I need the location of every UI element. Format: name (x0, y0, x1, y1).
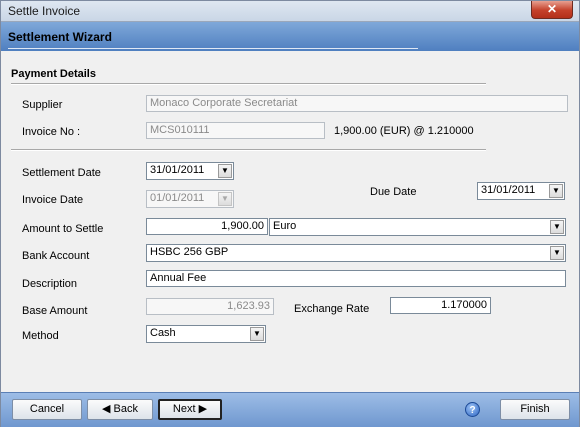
invoice-no-field: MCS010111 (146, 122, 325, 139)
section-title: Payment Details (11, 68, 96, 80)
base-amount-field: 1,623.93 (146, 298, 274, 315)
settlement-date-label: Settlement Date (22, 167, 101, 179)
due-date-label: Due Date (370, 186, 417, 198)
method-label: Method (22, 330, 59, 342)
settlement-date-value: 31/01/2011 (150, 164, 205, 176)
finish-button[interactable]: Finish (500, 399, 570, 420)
payment-details-panel: Payment Details Supplier Monaco Corporat… (1, 51, 579, 391)
back-button[interactable]: ◀ Back (87, 399, 153, 420)
chevron-down-icon[interactable]: ▼ (550, 246, 564, 260)
invoice-date-picker: 01/01/2011 ▼ (146, 190, 234, 208)
currency-value: Euro (273, 220, 297, 232)
base-amount-label: Base Amount (22, 305, 88, 317)
settlement-date-picker[interactable]: 31/01/2011 ▼ (146, 162, 234, 180)
next-button[interactable]: Next ▶ (158, 399, 222, 420)
method-select[interactable]: Cash ▼ (146, 325, 266, 343)
currency-select[interactable]: Euro ▼ (269, 218, 566, 236)
wizard-footer: Cancel ◀ Back Next ▶ ? Finish (1, 392, 579, 427)
chevron-down-icon[interactable]: ▼ (549, 184, 563, 198)
details-divider (11, 149, 486, 151)
chevron-down-icon: ▼ (218, 192, 232, 206)
exchange-rate-input[interactable]: 1.170000 (390, 297, 491, 314)
cancel-button[interactable]: Cancel (12, 399, 82, 420)
chevron-down-icon[interactable]: ▼ (250, 327, 264, 341)
invoice-date-value: 01/01/2011 (150, 192, 205, 204)
wizard-header: Settlement Wizard (1, 22, 579, 51)
wizard-title: Settlement Wizard (8, 30, 112, 44)
due-date-picker[interactable]: 31/01/2011 ▼ (477, 182, 565, 200)
amount-to-settle-label: Amount to Settle (22, 223, 104, 235)
close-button[interactable]: ✕ (531, 1, 573, 19)
bank-account-select[interactable]: HSBC 256 GBP ▼ (146, 244, 566, 262)
section-divider (11, 83, 486, 85)
amount-to-settle-input[interactable]: 1,900.00 (146, 218, 268, 235)
chevron-down-icon[interactable]: ▼ (550, 220, 564, 234)
method-value: Cash (150, 327, 176, 339)
help-icon[interactable]: ? (465, 402, 480, 417)
supplier-label: Supplier (22, 99, 63, 111)
bank-account-value: HSBC 256 GBP (150, 246, 229, 258)
window-title: Settle Invoice (8, 4, 81, 18)
title-bar: Settle Invoice ✕ (1, 1, 579, 22)
description-input[interactable]: Annual Fee (146, 270, 566, 287)
description-label: Description (22, 278, 78, 290)
invoice-amount-info: 1,900.00 (EUR) @ 1.210000 (334, 125, 474, 137)
invoice-date-label: Invoice Date (22, 194, 84, 206)
header-divider (8, 48, 418, 49)
supplier-field: Monaco Corporate Secretariat (146, 95, 568, 112)
chevron-down-icon[interactable]: ▼ (218, 164, 232, 178)
settle-invoice-window: Settle Invoice ✕ Settlement Wizard Payme… (0, 0, 580, 427)
invoice-no-label: Invoice No : (22, 126, 81, 138)
due-date-value: 31/01/2011 (481, 184, 536, 196)
bank-account-label: Bank Account (22, 250, 90, 262)
exchange-rate-label: Exchange Rate (294, 303, 370, 315)
